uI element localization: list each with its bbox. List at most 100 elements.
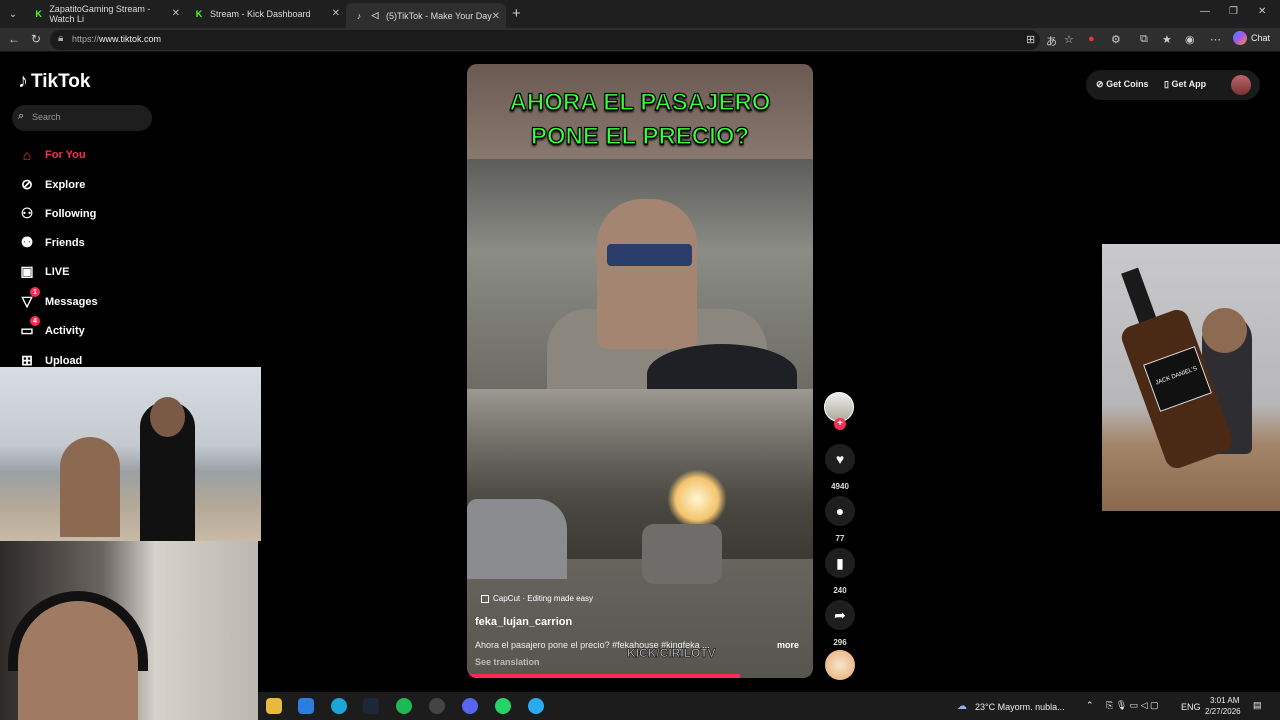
save-count: 240 (833, 586, 847, 595)
heart-icon: ♥ (825, 444, 855, 474)
nav-live[interactable]: ▣ LIVE (18, 263, 69, 280)
file-explorer-icon[interactable] (266, 698, 282, 714)
nav-friends[interactable]: ⚉ Friends (18, 234, 85, 251)
extensions-puzzle-icon[interactable]: ⚙ (1111, 33, 1121, 46)
address-bar: ← ↻ 🔒︎ https://www.tiktok.com ⊞ あ ☆ ● ⚙ … (0, 28, 1280, 52)
overlay-webcam (0, 541, 258, 720)
like-button[interactable]: ♥ 4940 (825, 444, 855, 491)
share-button[interactable]: ➦ 296 (825, 600, 855, 647)
url-text: https://www.tiktok.com (72, 34, 162, 44)
refresh-icon[interactable]: ↻ (31, 32, 41, 46)
whatsapp-icon[interactable] (495, 698, 511, 714)
nav-explore[interactable]: ⊘ Explore (18, 176, 85, 193)
tiktok-logo[interactable]: ♪ TikTok (18, 70, 90, 93)
following-icon: ⚇ (20, 205, 34, 221)
store-icon[interactable] (298, 698, 314, 714)
get-app-button[interactable]: ▯ Get App (1164, 79, 1206, 90)
extension-icon[interactable]: ● (1088, 33, 1095, 45)
kick-icon: K (195, 9, 203, 19)
nav-label: LIVE (45, 265, 70, 278)
more-menu-icon[interactable]: ⋯ (1210, 33, 1221, 46)
edge-icon[interactable] (331, 698, 347, 714)
weather-icon[interactable]: ☁ (954, 698, 970, 714)
overlay-beach-photo (0, 367, 261, 541)
search-icon: ⌕ (18, 110, 25, 122)
tray-chevron-icon[interactable]: ⌃ (1086, 700, 1094, 711)
clock-time[interactable]: 3:01 AM (1210, 696, 1239, 705)
nav-label: Activity (45, 324, 85, 337)
video-progress-bar[interactable] (467, 674, 741, 678)
language-indicator[interactable]: ENG (1181, 702, 1201, 712)
speaker-icon[interactable]: ◁ (370, 10, 380, 21)
nav-label: Friends (45, 236, 85, 249)
overlay-bottle-photo: JACK DANIEL'S (1102, 244, 1280, 511)
nav-messages[interactable]: ▽ 1 Messages (18, 287, 98, 310)
phone-icon: ▯ (1164, 79, 1169, 89)
follow-plus-icon[interactable]: + (834, 418, 846, 430)
obs-icon[interactable] (429, 698, 445, 714)
capcut-icon (481, 594, 489, 603)
capcut-link[interactable]: CapCut · Editing made easy (481, 594, 593, 603)
video-street-scene (467, 389, 813, 678)
video-driver-scene (467, 159, 813, 404)
nav-label: For You (45, 149, 86, 161)
user-avatar[interactable] (1231, 75, 1251, 95)
new-tab-icon[interactable]: + (512, 5, 521, 22)
steam-icon[interactable] (363, 698, 379, 714)
close-window-icon[interactable]: ✕ (1258, 6, 1266, 17)
share-icon: ➦ (825, 600, 855, 630)
top-right-actions: ⊘ Get Coins ▯ Get App (1086, 70, 1260, 100)
get-coins-button[interactable]: ⊘ Get Coins (1096, 79, 1149, 90)
share-count: 296 (833, 638, 847, 647)
url-field[interactable]: 🔒︎ https://www.tiktok.com (50, 30, 1040, 50)
favorites-icon[interactable]: ★ (1162, 33, 1172, 46)
search-placeholder: Search (32, 112, 61, 122)
back-icon[interactable]: ← (8, 32, 20, 46)
video-player[interactable]: AHORA EL PASAJERO PONE EL PRECIO? CapCut… (467, 64, 813, 678)
music-disc-icon[interactable] (825, 650, 855, 680)
nav-label: Following (45, 207, 97, 220)
tray-icons[interactable]: ⎘ 🎙︎ ▭ ◁ ▢ (1106, 700, 1159, 711)
favorite-star-icon[interactable]: ☆ (1064, 33, 1074, 46)
tiktok-note-icon: ♪ (18, 70, 28, 92)
spotify-icon[interactable] (396, 698, 412, 714)
translate-icon[interactable]: あ (1046, 33, 1057, 49)
more-button[interactable]: more (777, 640, 799, 650)
copilot-chat-button[interactable]: Chat (1233, 31, 1270, 45)
bookmark-icon: ▮ (825, 548, 855, 578)
nav-activity[interactable]: ▭ 4 Activity (18, 316, 85, 339)
nav-following[interactable]: ⚇ Following (18, 205, 97, 222)
nav-label: Upload (45, 354, 83, 367)
save-button[interactable]: ▮ 240 (825, 548, 855, 595)
close-icon[interactable]: ✕ (172, 8, 180, 19)
browser-tab-bar: ⌄ K ZapatitoGaming Stream - Watch Li ✕ K… (0, 0, 1280, 28)
notifications-icon[interactable]: ▤ (1253, 700, 1262, 711)
nav-for-you[interactable]: ⌂ For You (18, 147, 86, 163)
telegram-icon[interactable] (528, 698, 544, 714)
tab-title: (5)TikTok - Make Your Day (386, 10, 492, 21)
activity-badge: 4 (30, 316, 40, 326)
close-icon[interactable]: ✕ (492, 11, 500, 22)
comment-button[interactable]: ● 77 (825, 496, 855, 543)
see-translation-link[interactable]: See translation (475, 657, 540, 667)
minimize-icon[interactable]: — (1200, 6, 1210, 17)
comment-icon: ● (825, 496, 855, 526)
tab-kick-dashboard[interactable]: K Stream - Kick Dashboard ✕ (186, 0, 346, 28)
restore-icon[interactable]: ❐ (1229, 6, 1238, 17)
app-available-icon[interactable]: ⊞ (1026, 33, 1035, 46)
profile-icon[interactable]: ◉ (1185, 33, 1195, 46)
video-caption: AHORA EL PASAJERO PONE EL PRECIO? (509, 88, 771, 150)
tab-tiktok[interactable]: ♪ ◁ (5)TikTok - Make Your Day ✕ (346, 3, 506, 28)
compass-icon: ⊘ (21, 176, 33, 192)
weather-text[interactable]: 23°C Mayorm. nubla... (975, 702, 1065, 712)
tab-actions-icon[interactable]: ⌄ (4, 5, 22, 23)
search-input[interactable]: ⌕ Search (12, 105, 152, 131)
tab-zapatito[interactable]: K ZapatitoGaming Stream - Watch Li ✕ (26, 0, 186, 28)
close-icon[interactable]: ✕ (332, 8, 340, 19)
split-screen-icon[interactable]: ⧉ (1140, 33, 1148, 46)
like-count: 4940 (831, 482, 849, 491)
windows-taskbar: ☁ 23°C Mayorm. nubla... ⌃ ⎘ 🎙︎ ▭ ◁ ▢ ENG… (258, 692, 1280, 720)
video-author[interactable]: feka_lujan_carrion (475, 616, 572, 628)
discord-icon[interactable] (462, 698, 478, 714)
clock-date[interactable]: 2/27/2026 (1205, 707, 1241, 716)
